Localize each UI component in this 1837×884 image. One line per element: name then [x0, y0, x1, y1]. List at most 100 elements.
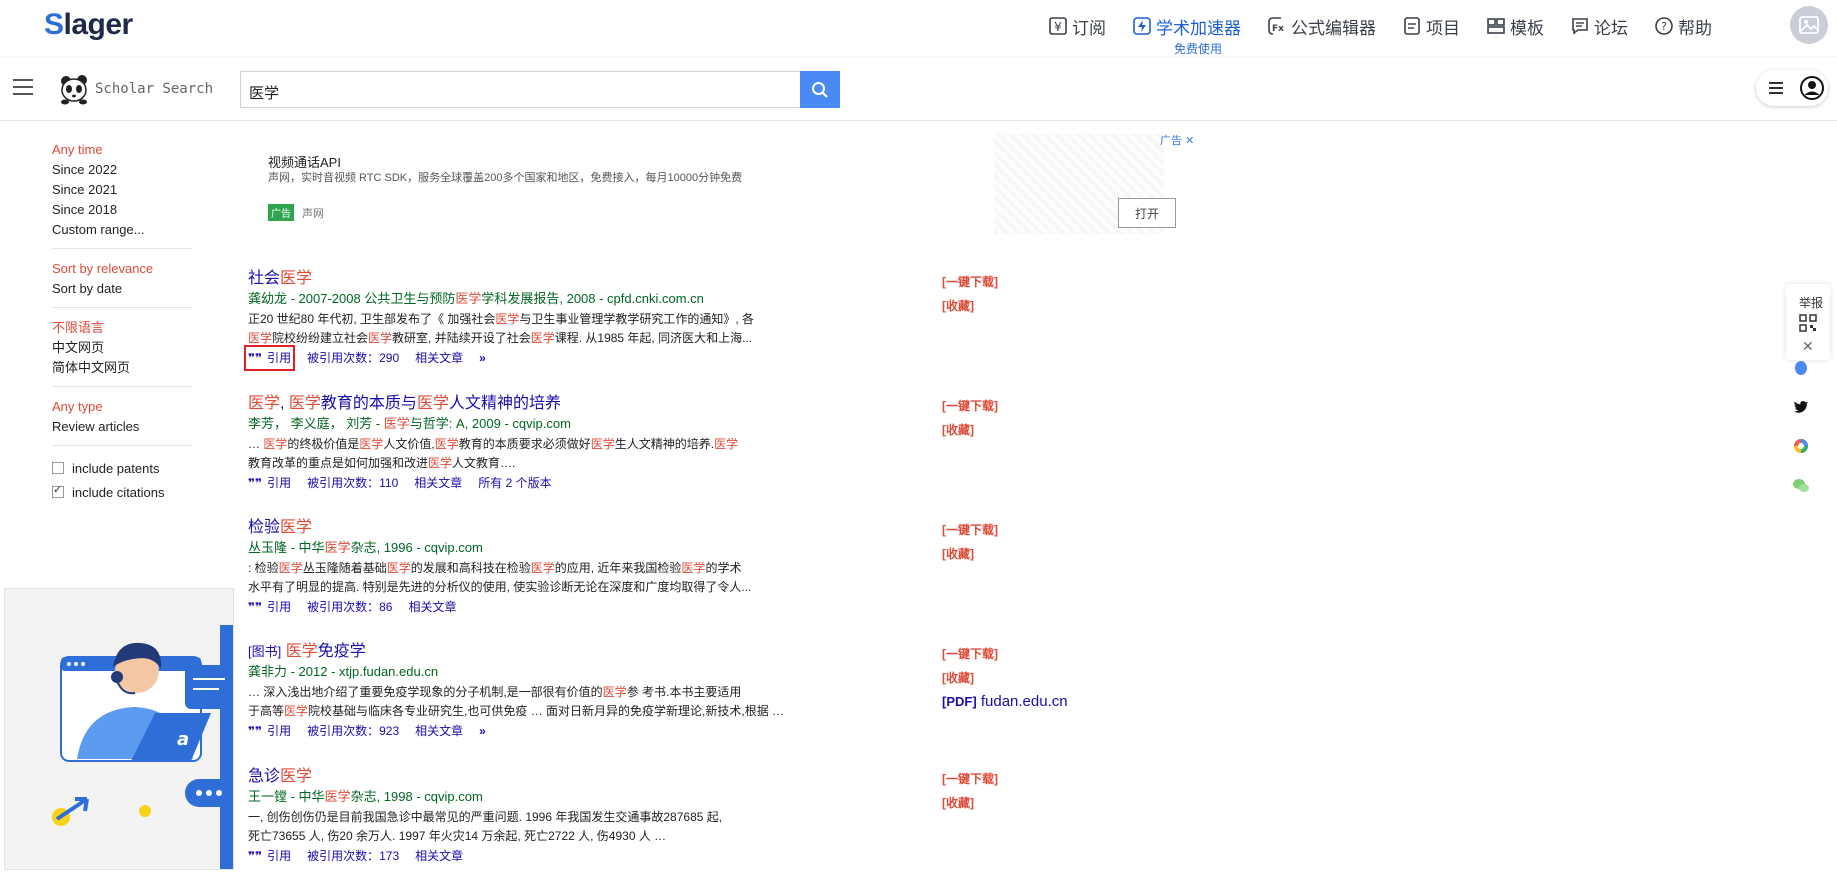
nav-forum[interactable]: 论坛 [1570, 14, 1628, 38]
one-click-download-link[interactable]: [一键下载] [942, 394, 998, 418]
cite-button[interactable]: ❞❞ 引用 [248, 598, 291, 616]
nav-templates[interactable]: 模板 [1486, 14, 1544, 38]
result-actions: ❞❞ 引用 被引用次数：173 相关文章 [248, 847, 948, 865]
cite-button[interactable]: ❞❞ 引用 [248, 474, 291, 492]
favorite-link[interactable]: [收藏] [942, 791, 998, 815]
qr-code-icon[interactable] [1799, 314, 1817, 332]
result-side-links: [一键下载] [收藏] [942, 270, 998, 318]
favorite-link[interactable]: [收藏] [942, 542, 998, 566]
result-actions: ❞❞ 引用 被引用次数：110 相关文章 所有 2 个版本 [248, 474, 948, 492]
checkbox-unchecked[interactable] [52, 462, 64, 474]
filter-since-2018[interactable]: Since 2018 [52, 200, 192, 220]
related-articles-link[interactable]: 相关文章 [414, 474, 462, 492]
result-side-links: [一键下载] [收藏] [942, 767, 998, 815]
result-title[interactable]: [图书] 医学免疫学 [248, 641, 948, 663]
template-icon [1487, 18, 1505, 34]
nav-projects[interactable]: 项目 [1402, 14, 1460, 38]
slager-logo[interactable]: Slager [44, 8, 133, 42]
result-meta: 王一镗 - 中华医学杂志, 1998 - cqvip.com [248, 789, 483, 804]
svg-text:a: a [177, 729, 189, 750]
filter-any-language[interactable]: 不限语言 [52, 318, 192, 338]
one-click-download-link[interactable]: [一键下载] [942, 518, 998, 542]
help-icon: ? [1655, 17, 1673, 35]
result-snippet: : 检验医学丛玉隆随着基础医学的发展和高科技在检验医学的应用, 近年来我国检验医… [248, 561, 752, 594]
favorite-link[interactable]: [收藏] [942, 418, 998, 442]
scholar-search-logo[interactable]: Scholar Search [56, 73, 213, 105]
filter-chinese-pages[interactable]: 中文网页 [52, 338, 192, 358]
include-patents-checkbox[interactable]: include patents [52, 456, 192, 480]
related-articles-link[interactable]: 相关文章 [415, 722, 463, 740]
query-highlight: 医学 [359, 437, 384, 451]
divider [52, 307, 192, 308]
filter-simplified-chinese-pages[interactable]: 简体中文网页 [52, 358, 192, 378]
settings-menu-icon[interactable] [1769, 82, 1783, 97]
filter-sidebar: Any time Since 2022 Since 2021 Since 201… [52, 140, 192, 504]
hamburger-menu-icon[interactable] [13, 79, 33, 100]
svg-text:¥: ¥ [1054, 20, 1062, 34]
share-wechat-icon[interactable] [1791, 476, 1811, 496]
cited-by-link[interactable]: 被引用次数：173 [307, 847, 399, 865]
more-double-chevron-icon[interactable]: » [479, 349, 486, 367]
related-articles-link[interactable]: 相关文章 [408, 598, 456, 616]
promo-illustration[interactable]: a [4, 588, 234, 870]
search-input[interactable]: 医学 [240, 71, 800, 108]
query-highlight: 医学 [263, 437, 288, 451]
checkbox-checked[interactable] [52, 483, 64, 498]
result-title[interactable]: 医学, 医学教育的本质与医学人文精神的培养 [248, 393, 948, 415]
nav-subscribe[interactable]: ¥ 订阅 [1048, 14, 1106, 38]
cited-by-link[interactable]: 被引用次数：290 [307, 349, 399, 367]
sort-by-date[interactable]: Sort by date [52, 279, 192, 299]
more-double-chevron-icon[interactable]: » [479, 722, 486, 740]
search-button[interactable] [800, 71, 840, 108]
result-meta: 丛玉隆 - 中华医学杂志, 1996 - cqvip.com [248, 540, 483, 555]
result-title[interactable]: 急诊医学 [248, 766, 948, 788]
close-icon[interactable]: ✕ [1802, 338, 1814, 355]
cited-by-link[interactable]: 被引用次数：110 [307, 474, 398, 492]
filter-since-2022[interactable]: Since 2022 [52, 160, 192, 180]
cite-button[interactable]: ❞❞ 引用 [248, 722, 291, 740]
share-twitter-icon[interactable] [1791, 396, 1811, 416]
nav-help[interactable]: ? 帮助 [1654, 14, 1712, 38]
cite-button[interactable]: ❞❞ 引用 [243, 345, 296, 371]
cite-button[interactable]: ❞❞ 引用 [248, 847, 291, 865]
search-result: 医学, 医学教育的本质与医学人文精神的培养 李芳， 李义庭， 刘芳 - 医学与哲… [248, 393, 948, 492]
one-click-download-link[interactable]: [一键下载] [942, 642, 1068, 666]
formula-icon: Fx [1268, 17, 1284, 35]
one-click-download-link[interactable]: [一键下载] [942, 270, 998, 294]
include-citations-checkbox[interactable]: include citations [52, 480, 192, 504]
query-highlight: 医学 [602, 685, 627, 699]
share-colorful-icon[interactable] [1791, 436, 1811, 456]
query-highlight: 医学 [284, 704, 309, 718]
account-tools [1756, 70, 1828, 106]
sort-by-relevance[interactable]: Sort by relevance [52, 259, 192, 279]
close-icon[interactable]: ✕ [1185, 135, 1194, 147]
nav-academic-accelerator[interactable]: 学术加速器 免费使用 [1132, 14, 1241, 56]
one-click-download-link[interactable]: [一键下载] [942, 767, 998, 791]
cited-by-link[interactable]: 被引用次数：923 [307, 722, 399, 740]
favorite-link[interactable]: [收藏] [942, 294, 998, 318]
result-title[interactable]: 社会医学 [248, 268, 948, 290]
ad-open-button[interactable]: 打开 [1118, 198, 1176, 228]
pdf-link[interactable]: [PDF] fudan.edu.cn [942, 690, 1068, 714]
sponsored-ad[interactable]: 视频通话API 声网，实时音视频 RTC SDK，服务全球覆盖200多个国家和地… [252, 128, 1198, 238]
related-articles-link[interactable]: 相关文章 [415, 349, 463, 367]
share-qq-icon[interactable] [1791, 358, 1811, 378]
favorite-link[interactable]: [收藏] [942, 666, 1068, 690]
filter-review-articles[interactable]: Review articles [52, 417, 192, 437]
result-title[interactable]: 检验医学 [248, 517, 948, 539]
ad-tag[interactable]: 广告 ✕ [1160, 132, 1194, 148]
user-avatar[interactable] [1790, 6, 1828, 44]
cited-by-link[interactable]: 被引用次数：86 [307, 598, 392, 616]
filter-custom-range[interactable]: Custom range... [52, 220, 192, 240]
report-button[interactable]: 举报 [1799, 294, 1823, 311]
related-articles-link[interactable]: 相关文章 [415, 847, 463, 865]
query-highlight: 医学 [681, 561, 706, 575]
filter-any-time[interactable]: Any time [52, 140, 192, 160]
filter-since-2021[interactable]: Since 2021 [52, 180, 192, 200]
all-versions-link[interactable]: 所有 2 个版本 [478, 474, 551, 492]
filter-any-type[interactable]: Any type [52, 397, 192, 417]
user-account-icon[interactable] [1800, 76, 1824, 100]
nav-formula-editor[interactable]: Fx 公式编辑器 [1267, 14, 1376, 38]
quote-icon: ❞❞ [248, 849, 263, 863]
panda-logo-icon [61, 75, 87, 105]
